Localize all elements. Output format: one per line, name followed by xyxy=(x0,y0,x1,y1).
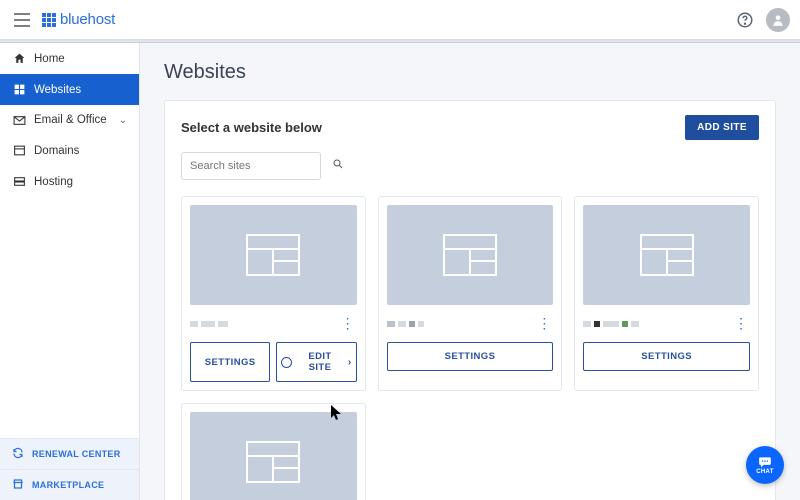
sidebar-item-label: Domains xyxy=(34,145,79,157)
mail-icon xyxy=(12,115,26,126)
sidebar-link-label: RENEWAL CENTER xyxy=(32,449,121,459)
menu-icon[interactable] xyxy=(10,8,34,32)
chevron-down-icon: ⌄ xyxy=(119,115,127,126)
logo-mark-icon xyxy=(42,13,56,27)
sidebar-item-label: Email & Office xyxy=(34,114,107,126)
chat-icon xyxy=(758,456,772,468)
settings-button[interactable]: SETTINGS xyxy=(190,342,270,382)
site-thumbnail[interactable] xyxy=(387,205,554,305)
site-thumbnail[interactable] xyxy=(190,205,357,305)
user-avatar[interactable] xyxy=(766,8,790,32)
site-card: ⋮ SETTINGS EDIT SITE› xyxy=(181,196,366,391)
chevron-right-icon: › xyxy=(348,357,352,368)
page-title: Websites xyxy=(164,61,776,84)
sidebar: Home Websites Email & Office ⌄ Domains H… xyxy=(0,43,140,500)
search-input-wrapper[interactable] xyxy=(181,152,321,180)
sidebar-link-marketplace[interactable]: MARKETPLACE xyxy=(0,469,139,500)
kebab-menu-icon[interactable]: ⋮ xyxy=(535,315,553,332)
store-icon xyxy=(12,478,24,492)
sidebar-item-label: Websites xyxy=(34,84,81,96)
refresh-icon xyxy=(12,447,24,461)
site-card: ⋮ SETTINGS xyxy=(378,196,563,391)
wordpress-icon xyxy=(281,357,292,368)
site-thumbnail[interactable] xyxy=(190,412,357,500)
search-icon xyxy=(332,157,344,175)
brand-logo[interactable]: bluehost xyxy=(42,11,115,28)
websites-panel: Select a website below ADD SITE ⋮ SETTIN… xyxy=(164,100,776,500)
websites-icon xyxy=(12,83,26,96)
kebab-menu-icon[interactable]: ⋮ xyxy=(732,315,750,332)
sidebar-item-hosting[interactable]: Hosting xyxy=(0,166,139,197)
panel-subtitle: Select a website below xyxy=(181,120,322,135)
search-input[interactable] xyxy=(190,160,332,172)
sidebar-link-renewal[interactable]: RENEWAL CENTER xyxy=(0,438,139,469)
site-name-placeholder xyxy=(583,321,639,327)
sidebar-item-domains[interactable]: Domains xyxy=(0,135,139,166)
sidebar-item-label: Hosting xyxy=(34,176,73,188)
site-name-placeholder xyxy=(387,321,424,327)
chat-label: CHAT xyxy=(756,469,773,475)
kebab-menu-icon[interactable]: ⋮ xyxy=(339,315,357,332)
site-cards-grid: ⋮ SETTINGS EDIT SITE› ⋮ SETTINGS xyxy=(181,196,759,500)
help-icon[interactable] xyxy=(734,9,756,31)
site-name-placeholder xyxy=(190,321,228,327)
hosting-icon xyxy=(12,175,26,188)
sidebar-link-label: MARKETPLACE xyxy=(32,480,104,490)
site-card xyxy=(181,403,366,500)
main-content: Websites Select a website below ADD SITE… xyxy=(140,43,800,500)
domains-icon xyxy=(12,144,26,157)
settings-button[interactable]: SETTINGS xyxy=(583,342,750,371)
site-card: ⋮ SETTINGS xyxy=(574,196,759,391)
top-bar: bluehost xyxy=(0,0,800,40)
settings-button[interactable]: SETTINGS xyxy=(387,342,554,371)
brand-name: bluehost xyxy=(60,11,115,28)
sidebar-item-label: Home xyxy=(34,53,65,65)
home-icon xyxy=(12,52,26,65)
add-site-button[interactable]: ADD SITE xyxy=(685,115,759,140)
chat-button[interactable]: CHAT xyxy=(746,446,784,484)
sidebar-item-websites[interactable]: Websites xyxy=(0,74,139,105)
sidebar-item-home[interactable]: Home xyxy=(0,43,139,74)
site-thumbnail[interactable] xyxy=(583,205,750,305)
edit-site-button[interactable]: EDIT SITE› xyxy=(276,342,356,382)
sidebar-item-email[interactable]: Email & Office ⌄ xyxy=(0,105,139,135)
